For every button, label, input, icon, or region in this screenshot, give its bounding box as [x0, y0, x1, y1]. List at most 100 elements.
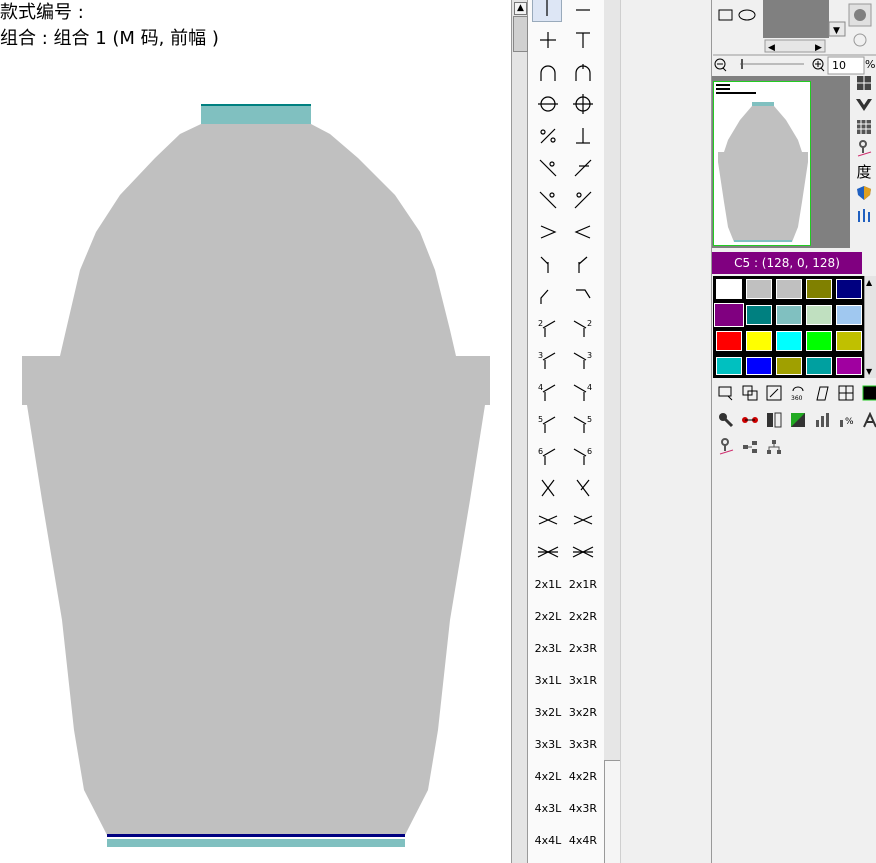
bend-left-symbol-icon[interactable]: [533, 284, 563, 308]
symbol-4x2l[interactable]: 4x2L: [533, 764, 563, 788]
transfer-4-right-symbol-icon[interactable]: 4: [568, 380, 598, 404]
palette-color-swatch[interactable]: [836, 357, 862, 375]
circle-cross-symbol-icon[interactable]: [568, 92, 598, 116]
branch-left-symbol-icon[interactable]: [533, 252, 563, 276]
shield-icon[interactable]: [853, 182, 875, 204]
symbol-3x3r[interactable]: 3x3R: [568, 732, 598, 756]
greater-than-symbol-icon[interactable]: [533, 220, 563, 244]
degree-icon[interactable]: 度: [853, 160, 875, 182]
select-rect-icon[interactable]: [716, 383, 736, 403]
symbol-3x1r[interactable]: 3x1R: [568, 668, 598, 692]
symbol-3x2l[interactable]: 3x2L: [533, 700, 563, 724]
transfer-4-left-symbol-icon[interactable]: 4: [533, 380, 563, 404]
palette-color-swatch[interactable]: [836, 331, 862, 351]
transfer-5-right-symbol-icon[interactable]: 5: [568, 412, 598, 436]
text-a-icon[interactable]: [860, 410, 876, 430]
cable-cross-a-symbol-icon[interactable]: [533, 476, 563, 500]
double-cross-b-symbol-icon[interactable]: [568, 508, 598, 532]
scroll-up-icon[interactable]: ▲: [514, 2, 527, 15]
symbol-2x3l[interactable]: 2x3L: [533, 636, 563, 660]
needle-pen-icon[interactable]: [853, 138, 875, 160]
transfer-2-left-symbol-icon[interactable]: 2: [533, 316, 563, 340]
symbol-4x3r[interactable]: 4x3R: [568, 796, 598, 820]
palette-color-swatch[interactable]: [746, 305, 772, 325]
symbol-2x1l[interactable]: 2x1L: [533, 572, 563, 596]
arch-bar-symbol-icon[interactable]: [568, 61, 598, 85]
palette-color-swatch[interactable]: [806, 305, 832, 325]
palette-color-swatch[interactable]: [806, 331, 832, 351]
palette-color-swatch[interactable]: [746, 357, 772, 375]
circle-line-symbol-icon[interactable]: [533, 92, 563, 116]
palette-color-swatch[interactable]: [716, 331, 742, 351]
wrench-icon[interactable]: [716, 410, 736, 430]
needle-bars-icon[interactable]: [853, 204, 875, 226]
up-tack-symbol-icon[interactable]: [568, 124, 598, 148]
palette-color-swatch[interactable]: [776, 305, 802, 325]
canvas-scrollbar[interactable]: ▲: [511, 0, 528, 863]
palette-color-swatch[interactable]: [806, 357, 832, 375]
palette-scroll-notch[interactable]: [604, 760, 620, 863]
diagonal-fill-icon[interactable]: [788, 410, 808, 430]
plus-symbol-icon[interactable]: [533, 28, 563, 52]
cross-left-alt-symbol-icon[interactable]: [533, 188, 563, 212]
check-mark-icon[interactable]: [853, 94, 875, 116]
hollow-circle-tool-icon[interactable]: [853, 33, 867, 47]
cable-cross-b-symbol-icon[interactable]: [568, 476, 598, 500]
palette-color-swatch[interactable]: [714, 303, 744, 327]
branch-right-symbol-icon[interactable]: [568, 252, 598, 276]
flowchart-icon[interactable]: [740, 437, 760, 457]
less-than-symbol-icon[interactable]: [568, 220, 598, 244]
copy-rect-icon[interactable]: [740, 383, 760, 403]
palette-color-swatch[interactable]: [836, 279, 862, 299]
mirror-icon[interactable]: [764, 410, 784, 430]
transfer-6-right-symbol-icon[interactable]: 6: [568, 444, 598, 468]
hierarchy-icon[interactable]: [764, 437, 784, 457]
palette-color-swatch[interactable]: [746, 331, 772, 351]
palette-color-swatch[interactable]: [836, 305, 862, 325]
grid-view-icon[interactable]: [853, 72, 875, 94]
transfer-2-right-symbol-icon[interactable]: 2: [568, 316, 598, 340]
symbol-4x4r[interactable]: 4x4R: [568, 828, 598, 852]
link-icon[interactable]: [740, 410, 760, 430]
symbol-2x2l[interactable]: 2x2L: [533, 604, 563, 628]
bend-right-symbol-icon[interactable]: [568, 284, 598, 308]
transfer-3-right-symbol-icon[interactable]: 3: [568, 348, 598, 372]
cross-left-symbol-icon[interactable]: [533, 156, 563, 180]
resize-icon[interactable]: [764, 383, 784, 403]
symbol-3x2r[interactable]: 3x2R: [568, 700, 598, 724]
percent-symbol-icon[interactable]: [533, 124, 563, 148]
fill-black-icon[interactable]: [860, 383, 876, 403]
percent-chart-icon[interactable]: %: [836, 410, 856, 430]
symbol-2x1r[interactable]: 2x1R: [568, 572, 598, 596]
double-cross-a-symbol-icon[interactable]: [533, 508, 563, 532]
transfer-5-left-symbol-icon[interactable]: 5: [533, 412, 563, 436]
tee-symbol-icon[interactable]: [568, 28, 598, 52]
cross-right-alt-symbol-icon[interactable]: [568, 188, 598, 212]
palette-color-swatch[interactable]: [776, 357, 802, 375]
transfer-6-left-symbol-icon[interactable]: 6: [533, 444, 563, 468]
scroll-down-icon[interactable]: ▼: [866, 367, 872, 376]
triple-cross-a-symbol-icon[interactable]: [533, 540, 563, 564]
color-grid-scrollbar[interactable]: ▲ ▼: [864, 276, 876, 378]
symbol-3x1l[interactable]: 3x1L: [533, 668, 563, 692]
symbol-3x3l[interactable]: 3x3L: [533, 732, 563, 756]
pattern-grid-icon[interactable]: [853, 116, 875, 138]
garment-thumbnail[interactable]: [713, 81, 811, 246]
skew-icon[interactable]: [812, 383, 832, 403]
dash-symbol-icon[interactable]: [568, 0, 598, 22]
split-icon[interactable]: [836, 383, 856, 403]
filled-circle-tool-icon[interactable]: [854, 9, 866, 21]
palette-color-swatch[interactable]: [716, 279, 742, 299]
symbol-2x3r[interactable]: 2x3R: [568, 636, 598, 660]
cross-right-symbol-icon[interactable]: [568, 156, 598, 180]
palette-color-swatch[interactable]: [776, 279, 802, 299]
arch-symbol-icon[interactable]: [533, 61, 563, 85]
palette-color-swatch[interactable]: [746, 279, 772, 299]
scroll-thumb[interactable]: [513, 16, 528, 52]
palette-color-swatch[interactable]: [776, 331, 802, 351]
ellipse-tool-icon[interactable]: [738, 9, 756, 21]
garment-canvas[interactable]: 款式编号 : 组合 : 组合 1 (M 码, 前幅 ): [0, 0, 511, 863]
palette-color-swatch[interactable]: [806, 279, 832, 299]
transfer-3-left-symbol-icon[interactable]: 3: [533, 348, 563, 372]
triple-cross-b-symbol-icon[interactable]: [568, 540, 598, 564]
